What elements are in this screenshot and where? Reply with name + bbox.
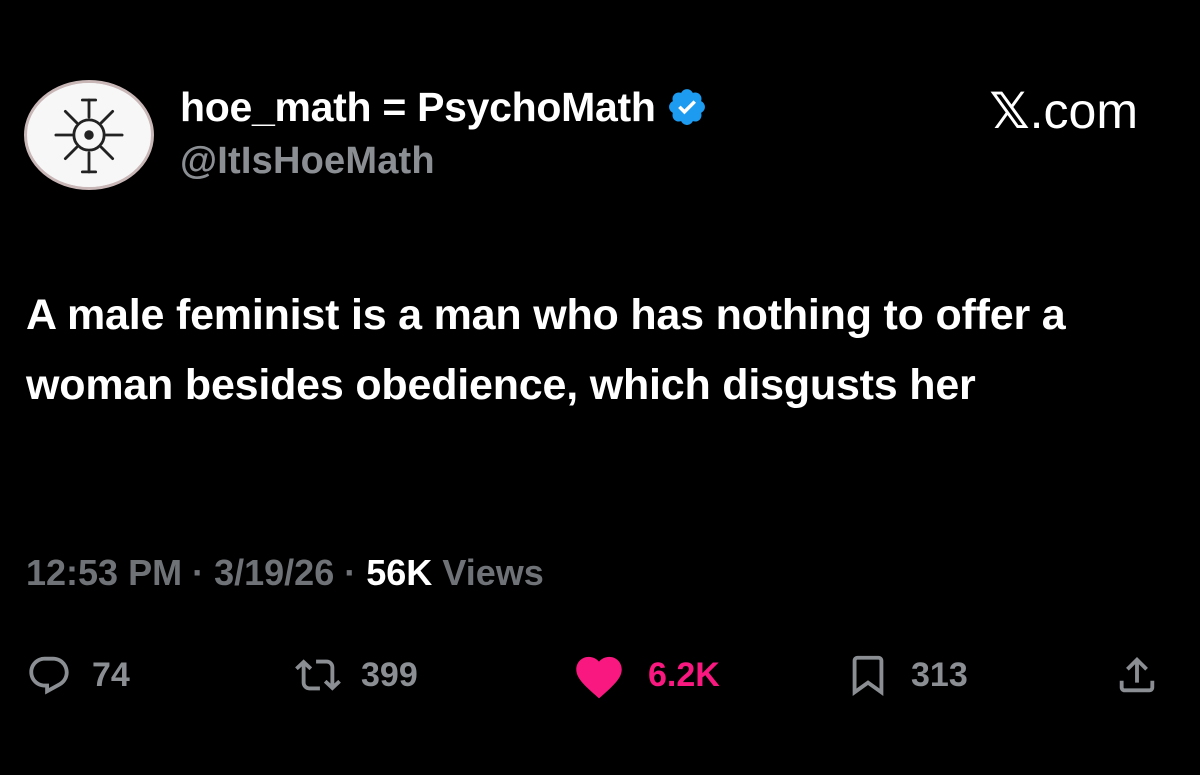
- author-handle[interactable]: @ItIsHoeMath: [180, 140, 435, 183]
- action-bar: 74 399 6.2K 313: [0, 640, 1200, 710]
- x-logo-icon: 𝕏: [989, 82, 1030, 140]
- sun-sigil-avatar: [27, 83, 151, 187]
- tweet-text: A male feminist is a man who has nothing…: [26, 291, 1066, 409]
- reply-count: 74: [92, 655, 130, 694]
- share-button[interactable]: [1114, 640, 1160, 710]
- brand-suffix: .com: [1029, 83, 1138, 139]
- verified-badge-icon: [666, 86, 708, 128]
- profile-avatar[interactable]: [24, 80, 154, 190]
- views-label: Views: [442, 552, 544, 593]
- bookmark-count: 313: [911, 655, 968, 694]
- repost-button[interactable]: 399: [295, 640, 418, 710]
- brand-logo: 𝕏.com: [989, 82, 1138, 140]
- author-name-row[interactable]: hoe_math = PsychoMath: [180, 84, 708, 130]
- views-count: 56K: [366, 552, 433, 593]
- meta-separator: ·: [192, 552, 205, 593]
- tweet-card: hoe_math = PsychoMath @ItIsHoeMath 𝕏.com…: [0, 0, 1200, 775]
- meta-separator: ·: [344, 552, 357, 593]
- repost-count: 399: [361, 655, 418, 694]
- tweet-date[interactable]: 3/19/26: [214, 552, 334, 593]
- bookmark-icon: [845, 652, 891, 698]
- heart-icon: [570, 650, 628, 700]
- share-icon: [1114, 652, 1160, 698]
- tweet-time[interactable]: 12:53 PM: [26, 552, 182, 593]
- like-button[interactable]: 6.2K: [570, 640, 720, 710]
- reply-icon: [26, 652, 72, 698]
- tweet-meta: 12:53 PM · 3/19/26 · 56K Views: [26, 552, 544, 594]
- reply-button[interactable]: 74: [26, 640, 130, 710]
- repost-icon: [295, 652, 341, 698]
- bookmark-button[interactable]: 313: [845, 640, 968, 710]
- like-count: 6.2K: [648, 655, 720, 694]
- author-display-name[interactable]: hoe_math = PsychoMath: [180, 84, 656, 131]
